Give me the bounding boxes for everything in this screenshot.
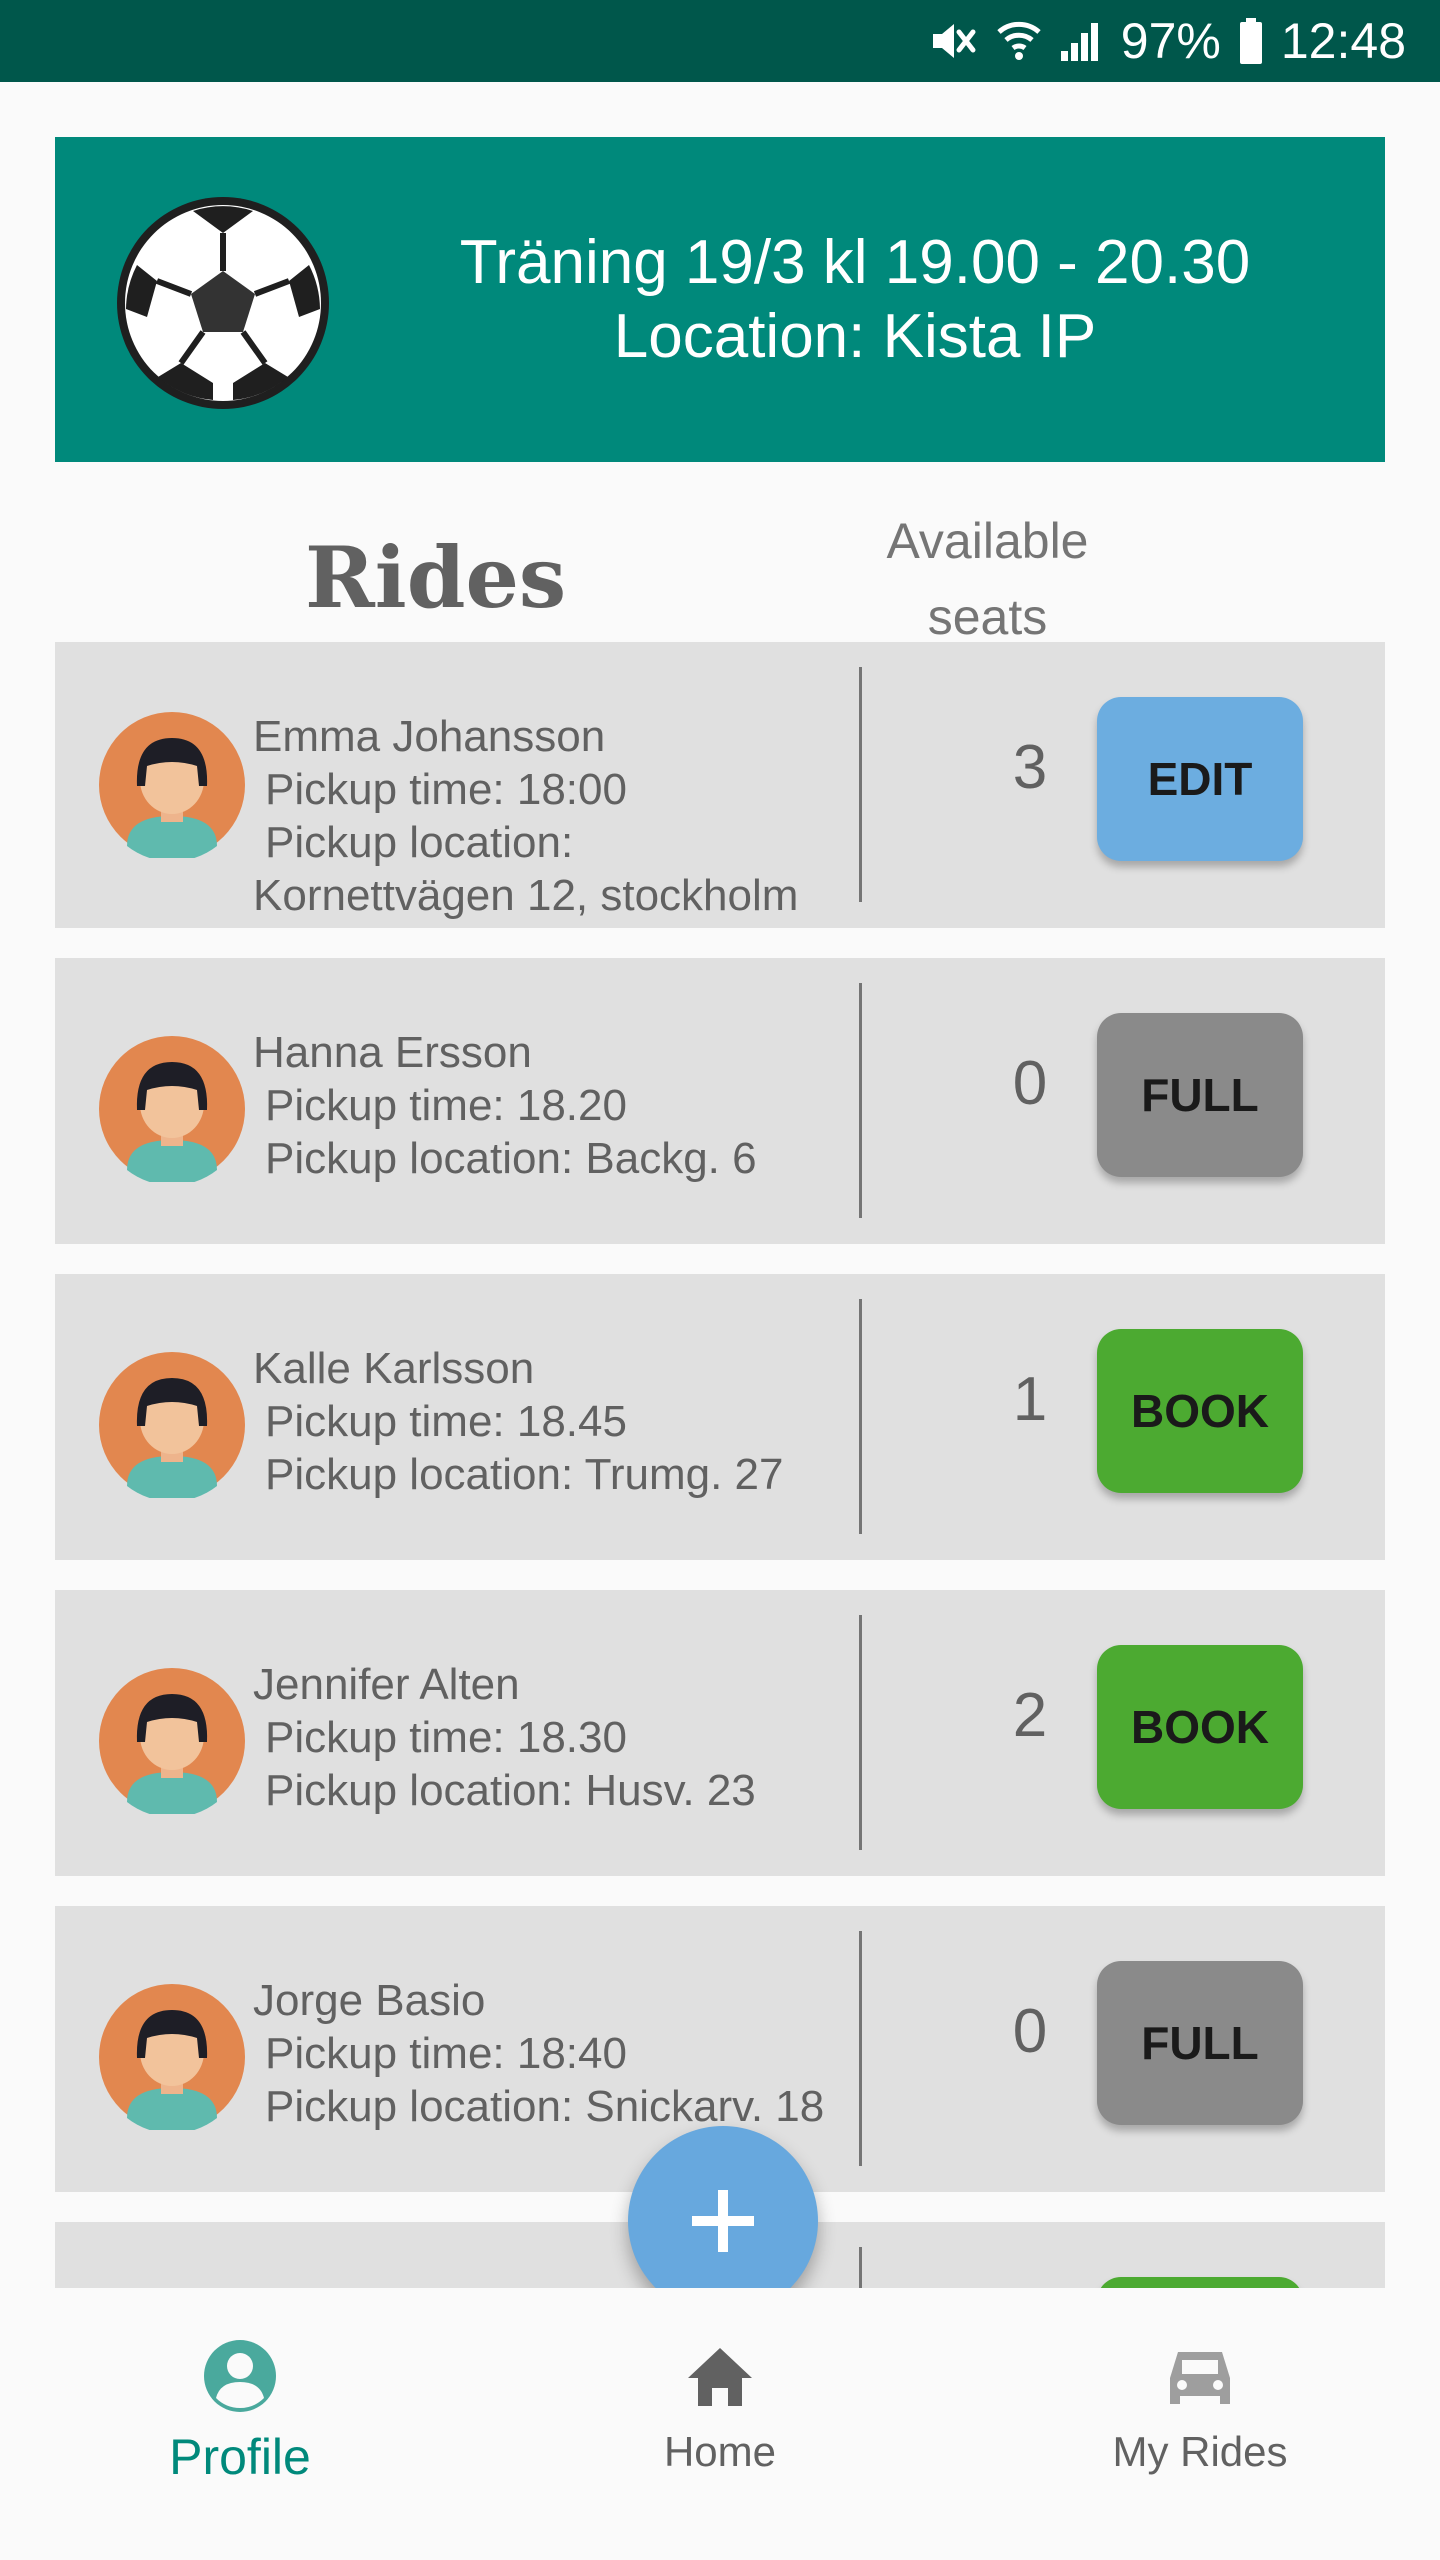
pickup-time: Pickup time: 18.20 (265, 1081, 627, 1130)
divider (859, 1931, 862, 2166)
avatar (99, 1352, 245, 1498)
driver-name: Jennifer Alten (253, 1660, 520, 1709)
full-button[interactable]: FULL (1097, 1013, 1303, 1177)
avatar (99, 1036, 245, 1182)
book-button[interactable] (1097, 2277, 1303, 2288)
car-icon (1170, 2352, 1230, 2404)
avatar (99, 1668, 245, 1814)
edit-button[interactable]: EDIT (1097, 697, 1303, 861)
home-icon (688, 2348, 752, 2406)
ride-info: Kalle Karlsson Pickup time: 18.45 Pickup… (253, 1342, 783, 1501)
pickup-location: Pickup location: Trumg. 27 (265, 1450, 784, 1499)
full-button[interactable]: FULL (1097, 1961, 1303, 2125)
divider (859, 667, 862, 902)
ride-card: Emma Johansson Pickup time: 18:00 Pickup… (55, 642, 1385, 928)
divider (859, 983, 862, 1218)
nav-item-my-rides[interactable]: My Rides (960, 2288, 1440, 2560)
pickup-time: Pickup time: 18.30 (265, 1713, 627, 1762)
event-title: Träning 19/3 kl 19.00 - 20.30 (459, 227, 1251, 297)
book-button[interactable]: BOOK (1097, 1645, 1303, 1809)
pickup-location: Pickup location: Snickarv. 18 (265, 2082, 825, 2131)
avatar (99, 712, 245, 858)
driver-name: Kalle Karlsson (253, 1344, 535, 1393)
event-header-card: Träning 19/3 kl 19.00 - 20.30 Location: … (55, 137, 1385, 462)
ride-card: Jennifer Alten Pickup time: 18.30 Pickup… (55, 1590, 1385, 1876)
ride-info: Jorge Basio Pickup time: 18:40 Pickup lo… (253, 1974, 824, 2133)
mute-icon (929, 18, 979, 64)
ride-list[interactable]: Emma Johansson Pickup time: 18:00 Pickup… (55, 642, 1385, 2288)
clock: 12:48 (1280, 13, 1406, 69)
pickup-time: Pickup time: 18:00 (265, 765, 627, 814)
ride-card: Kalle Karlsson Pickup time: 18.45 Pickup… (55, 1274, 1385, 1560)
battery-icon (1239, 18, 1263, 64)
avatar (99, 1984, 245, 2130)
bottom-navigation: Profile Home My Rides (0, 2288, 1440, 2560)
divider (859, 1615, 862, 1850)
event-details: Träning 19/3 kl 19.00 - 20.30 Location: … (345, 137, 1365, 462)
soccer-ball-icon (117, 197, 329, 409)
pickup-time: Pickup time: 18.45 (265, 1397, 627, 1446)
nav-label-profile: Profile (169, 2429, 311, 2485)
pickup-location: Pickup location: (265, 818, 574, 867)
pickup-time: Pickup time: 18:40 (265, 2029, 627, 2078)
ride-info: Hanna Ersson Pickup time: 18.20 Pickup l… (253, 1026, 757, 1185)
status-bar: 97% 12:48 (0, 0, 1440, 82)
plus-icon (692, 2190, 754, 2252)
divider (859, 2247, 862, 2288)
nav-label-my-rides: My Rides (1112, 2428, 1288, 2475)
nav-label-home: Home (663, 2428, 777, 2475)
wifi-icon (997, 18, 1041, 64)
rides-heading: Rides (305, 528, 567, 627)
book-button[interactable]: BOOK (1097, 1329, 1303, 1493)
signal-icon (1059, 19, 1103, 63)
ride-info: Emma Johansson Pickup time: 18:00 Pickup… (253, 710, 798, 922)
event-location: Location: Kista IP (613, 301, 1097, 371)
pickup-location: Pickup location: Backg. 6 (265, 1134, 757, 1183)
nav-item-profile[interactable]: Profile (0, 2288, 480, 2560)
pickup-address: Kornettvägen 12, stockholm (253, 871, 799, 920)
pickup-location: Pickup location: Husv. 23 (265, 1766, 756, 1815)
available-seats-heading: Available seats (850, 500, 1125, 658)
seats-heading-line1: Available (886, 513, 1089, 569)
divider (859, 1299, 862, 1534)
ride-info: Jennifer Alten Pickup time: 18.30 Pickup… (253, 1658, 756, 1817)
driver-name: Hanna Ersson (253, 1028, 532, 1077)
profile-icon (204, 2340, 276, 2412)
ride-card: Hanna Ersson Pickup time: 18.20 Pickup l… (55, 958, 1385, 1244)
driver-name: Jorge Basio (253, 1976, 486, 2025)
battery-percentage: 97% (1120, 13, 1221, 69)
driver-name: Emma Johansson (253, 712, 606, 761)
nav-item-home[interactable]: Home (480, 2288, 960, 2560)
